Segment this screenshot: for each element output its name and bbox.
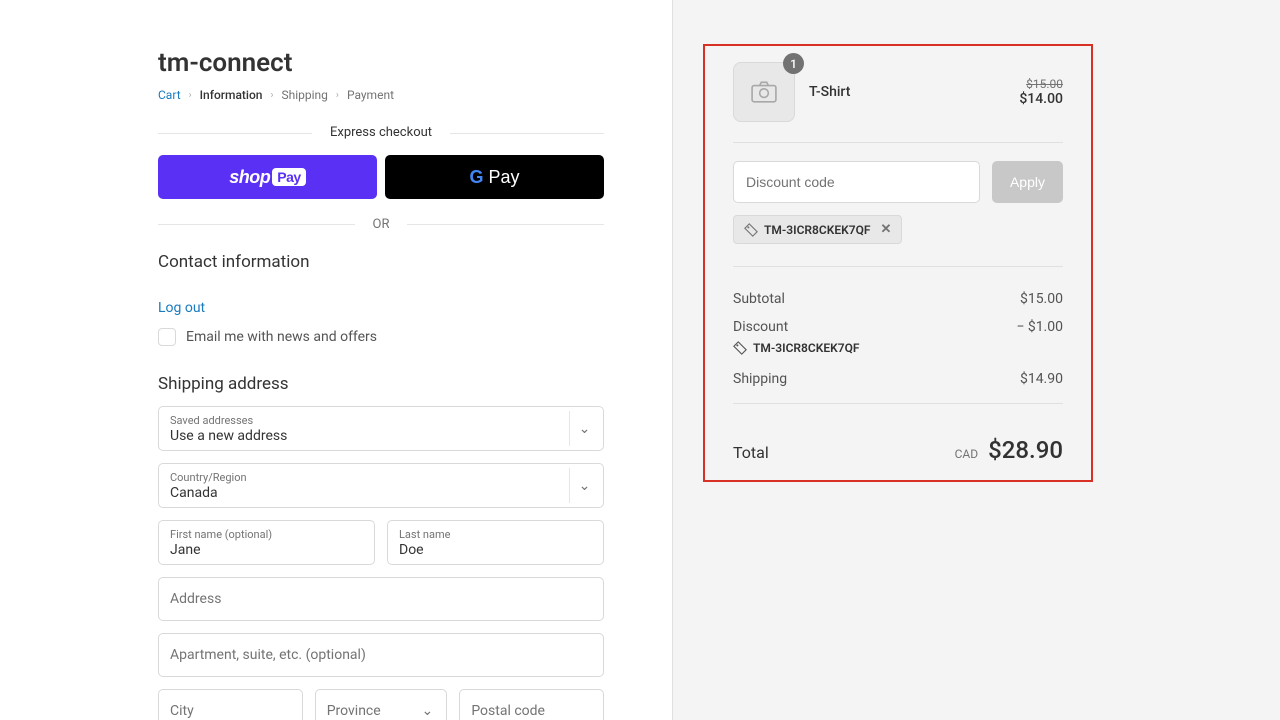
applied-code: TM-3ICR8CKEK7QF <box>753 341 859 355</box>
postal-placeholder: Postal code <box>471 703 592 719</box>
postal-code-field[interactable]: Postal code <box>459 689 604 720</box>
order-summary-highlighted: 1 T-Shirt $15.00 $14.00 Apply TM-3ICR8CK… <box>703 44 1093 482</box>
chevron-down-icon: ⌄ <box>412 694 442 720</box>
quantity-badge: 1 <box>783 53 804 74</box>
subtotal-line: Subtotal $15.00 <box>733 285 1063 313</box>
apartment-placeholder: Apartment, suite, etc. (optional) <box>170 647 592 663</box>
saved-addresses-select[interactable]: Saved addresses Use a new address ⌄ <box>158 406 604 451</box>
breadcrumb-payment: Payment <box>347 88 394 102</box>
email-offers-checkbox[interactable] <box>158 328 176 346</box>
last-name-label: Last name <box>399 528 592 541</box>
divider <box>733 266 1063 267</box>
shipping-value: $14.90 <box>1020 371 1063 387</box>
email-offers-label: Email me with news and offers <box>186 329 377 345</box>
total-line: Total CAD $28.90 <box>733 422 1063 464</box>
discount-value: − $1.00 <box>1016 319 1063 335</box>
breadcrumb-shipping: Shipping <box>282 88 328 102</box>
logout-link[interactable]: Log out <box>158 300 604 316</box>
item-price: $15.00 $14.00 <box>1019 77 1063 107</box>
province-select[interactable]: Province ⌄ <box>315 689 448 720</box>
order-summary-panel: 1 T-Shirt $15.00 $14.00 Apply TM-3ICR8CK… <box>672 0 1280 720</box>
breadcrumb: Cart › Information › Shipping › Payment <box>158 88 604 102</box>
discount-label: Discount <box>733 319 788 335</box>
shipping-line: Shipping $14.90 <box>733 365 1063 393</box>
total-label: Total <box>733 443 769 462</box>
discount-line: Discount − $1.00 <box>733 313 1063 341</box>
express-buttons: shopPay G Pay <box>158 155 604 199</box>
breadcrumb-cart[interactable]: Cart <box>158 88 181 102</box>
apply-discount-button[interactable]: Apply <box>992 161 1063 203</box>
remove-discount-icon[interactable]: ✕ <box>880 222 891 237</box>
google-pay-button[interactable]: G Pay <box>385 155 604 199</box>
country-value: Canada <box>170 485 563 501</box>
chevron-right-icon: › <box>336 90 339 101</box>
contact-section-title: Contact information <box>158 252 604 272</box>
gpay-text: Pay <box>489 167 520 188</box>
total-currency: CAD <box>955 447 979 461</box>
discount-tag: TM-3ICR8CKEK7QF ✕ <box>733 215 902 244</box>
email-offers-row[interactable]: Email me with news and offers <box>158 328 604 346</box>
first-name-value: Jane <box>170 542 363 558</box>
shoppay-logo-text: shop <box>229 167 270 188</box>
address-placeholder: Address <box>170 591 592 607</box>
chevron-down-icon: ⌄ <box>569 411 599 446</box>
chevron-right-icon: › <box>270 90 273 101</box>
discount-code-input[interactable] <box>733 161 980 203</box>
country-select[interactable]: Country/Region Canada ⌄ <box>158 463 604 508</box>
address-field[interactable]: Address <box>158 577 604 621</box>
google-g-icon: G <box>469 167 483 188</box>
divider <box>733 403 1063 404</box>
chevron-right-icon: › <box>189 90 192 101</box>
chevron-down-icon: ⌄ <box>569 468 599 503</box>
express-checkout-label: Express checkout <box>312 125 450 140</box>
saved-addresses-label: Saved addresses <box>170 414 563 427</box>
tag-icon <box>733 341 747 355</box>
saved-addresses-value: Use a new address <box>170 428 563 444</box>
or-label: OR <box>355 217 408 232</box>
apartment-field[interactable]: Apartment, suite, etc. (optional) <box>158 633 604 677</box>
shop-pay-button[interactable]: shopPay <box>158 155 377 199</box>
city-field[interactable]: City <box>158 689 303 720</box>
shipping-section-title: Shipping address <box>158 374 604 394</box>
last-name-field[interactable]: Last name Doe <box>387 520 604 565</box>
breadcrumb-information: Information <box>200 88 263 102</box>
city-placeholder: City <box>170 703 291 719</box>
price-discounted: $14.00 <box>1019 91 1063 107</box>
discount-tag-code: TM-3ICR8CKEK7QF <box>764 223 870 237</box>
shoppay-pay-badge: Pay <box>272 168 305 186</box>
first-name-field[interactable]: First name (optional) Jane <box>158 520 375 565</box>
checkout-main: tm-connect Cart › Information › Shipping… <box>0 0 672 720</box>
price-original: $15.00 <box>1019 77 1063 91</box>
cart-item: 1 T-Shirt $15.00 $14.00 <box>733 56 1063 140</box>
or-separator: OR <box>158 217 604 232</box>
item-name: T-Shirt <box>809 84 1005 100</box>
discount-code-line: TM-3ICR8CKEK7QF <box>733 341 1063 365</box>
total-amount: $28.90 <box>988 436 1063 464</box>
discount-row: Apply <box>733 161 1063 203</box>
item-thumbnail: 1 <box>733 62 795 122</box>
subtotal-value: $15.00 <box>1020 291 1063 307</box>
store-title: tm-connect <box>158 48 604 78</box>
express-checkout-separator: Express checkout <box>158 126 604 141</box>
last-name-value: Doe <box>399 542 592 558</box>
first-name-label: First name (optional) <box>170 528 363 541</box>
camera-icon <box>751 81 777 103</box>
tag-icon <box>744 223 758 237</box>
shipping-label: Shipping <box>733 371 787 387</box>
subtotal-label: Subtotal <box>733 291 785 307</box>
divider <box>733 142 1063 143</box>
country-label: Country/Region <box>170 471 563 484</box>
